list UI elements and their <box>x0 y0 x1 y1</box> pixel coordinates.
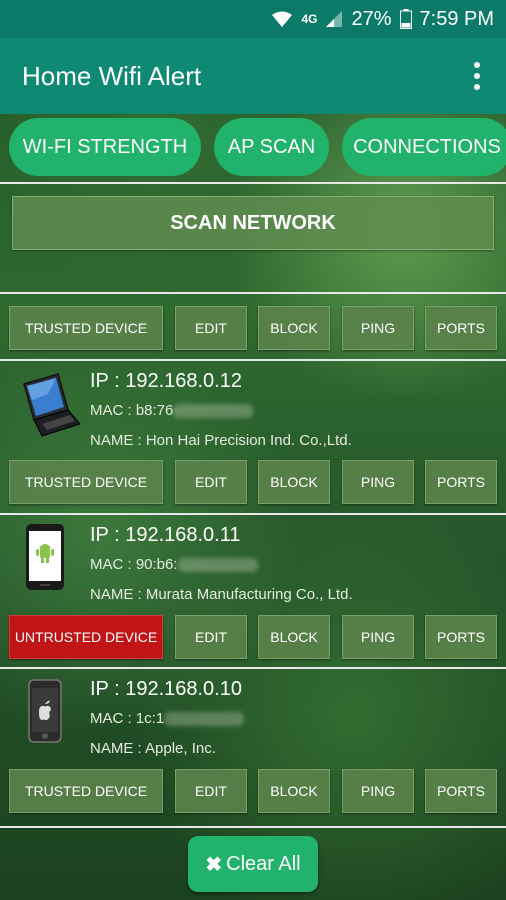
device-name: NAME : Hon Hai Precision Ind. Co.,Ltd. <box>90 432 352 449</box>
clear-all-label: Clear All <box>226 852 301 875</box>
device-mac: MAC : 90:b6: <box>90 556 258 573</box>
device-name: NAME : Murata Manufacturing Co., Ltd. <box>90 586 353 603</box>
block-button[interactable]: BLOCK <box>258 460 330 504</box>
divider <box>0 667 506 669</box>
block-button[interactable]: BLOCK <box>258 769 330 813</box>
app-title: Home Wifi Alert <box>22 60 202 91</box>
device-ip: IP : 192.168.0.10 <box>90 678 242 700</box>
tab-connections[interactable]: CONNECTIONS <box>342 118 506 176</box>
network-type-label: 4G <box>301 12 318 26</box>
trusted-device-button[interactable]: TRUSTED DEVICE <box>9 769 163 813</box>
close-icon: ✖ <box>205 853 223 876</box>
edit-button[interactable]: EDIT <box>175 460 247 504</box>
device-action-row: TRUSTED DEVICE EDIT BLOCK PING PORTS <box>0 769 506 813</box>
tab-ap-scan[interactable]: AP SCAN <box>214 118 329 176</box>
tab-bar: WI-FI STRENGTH AP SCAN CONNECTIONS <box>0 114 506 182</box>
clock: 7:59 PM <box>419 7 494 30</box>
app-bar: Home Wifi Alert <box>0 38 506 114</box>
ping-button[interactable]: PING <box>342 460 414 504</box>
edit-button[interactable]: EDIT <box>175 615 247 659</box>
device-card: IP : 192.168.0.11 MAC : 90:b6: NAME : Mu… <box>0 516 506 616</box>
device-ip: IP : 192.168.0.12 <box>90 370 242 392</box>
device-card: IP : 192.168.0.10 MAC : 1c:1 NAME : Appl… <box>0 670 506 770</box>
device-card: IP : 192.168.0.12 MAC : b8:76 NAME : Hon… <box>0 362 506 462</box>
battery-percent: 27% <box>351 7 392 30</box>
divider <box>0 513 506 515</box>
block-button[interactable]: BLOCK <box>258 306 330 350</box>
ports-button[interactable]: PORTS <box>425 615 497 659</box>
device-ip: IP : 192.168.0.11 <box>90 524 241 546</box>
block-button[interactable]: BLOCK <box>258 615 330 659</box>
header-action-row: TRUSTED DEVICE EDIT BLOCK PING PORTS <box>0 306 506 350</box>
ping-button[interactable]: PING <box>342 769 414 813</box>
ports-button[interactable]: PORTS <box>425 769 497 813</box>
untrusted-device-button[interactable]: UNTRUSTED DEVICE <box>9 615 163 659</box>
status-bar: 4G 27% 7:59 PM <box>0 0 506 38</box>
edit-button[interactable]: EDIT <box>175 306 247 350</box>
ports-button[interactable]: PORTS <box>425 306 497 350</box>
ping-button[interactable]: PING <box>342 306 414 350</box>
battery-icon <box>399 9 412 29</box>
ping-button[interactable]: PING <box>342 615 414 659</box>
cell-signal-icon <box>325 10 343 28</box>
device-name: NAME : Apple, Inc. <box>90 740 216 757</box>
android-phone-icon <box>12 522 82 592</box>
clear-all-button[interactable]: ✖ Clear All <box>188 836 318 892</box>
divider <box>0 292 506 294</box>
iphone-icon <box>12 676 82 746</box>
edit-button[interactable]: EDIT <box>175 769 247 813</box>
tab-wifi-strength[interactable]: WI-FI STRENGTH <box>9 118 201 176</box>
divider <box>0 359 506 361</box>
device-mac: MAC : 1c:1 <box>90 710 245 727</box>
device-action-row: UNTRUSTED DEVICE EDIT BLOCK PING PORTS <box>0 615 506 659</box>
trusted-device-button[interactable]: TRUSTED DEVICE <box>9 460 163 504</box>
device-mac: MAC : b8:76 <box>90 402 254 419</box>
device-action-row: TRUSTED DEVICE EDIT BLOCK PING PORTS <box>0 460 506 504</box>
scan-network-button[interactable]: SCAN NETWORK <box>12 196 494 250</box>
laptop-icon <box>12 368 82 438</box>
ports-button[interactable]: PORTS <box>425 460 497 504</box>
overflow-menu-icon[interactable] <box>474 62 482 90</box>
trusted-device-button[interactable]: TRUSTED DEVICE <box>9 306 163 350</box>
divider <box>0 182 506 184</box>
divider <box>0 826 506 828</box>
wifi-signal-icon <box>271 10 293 28</box>
